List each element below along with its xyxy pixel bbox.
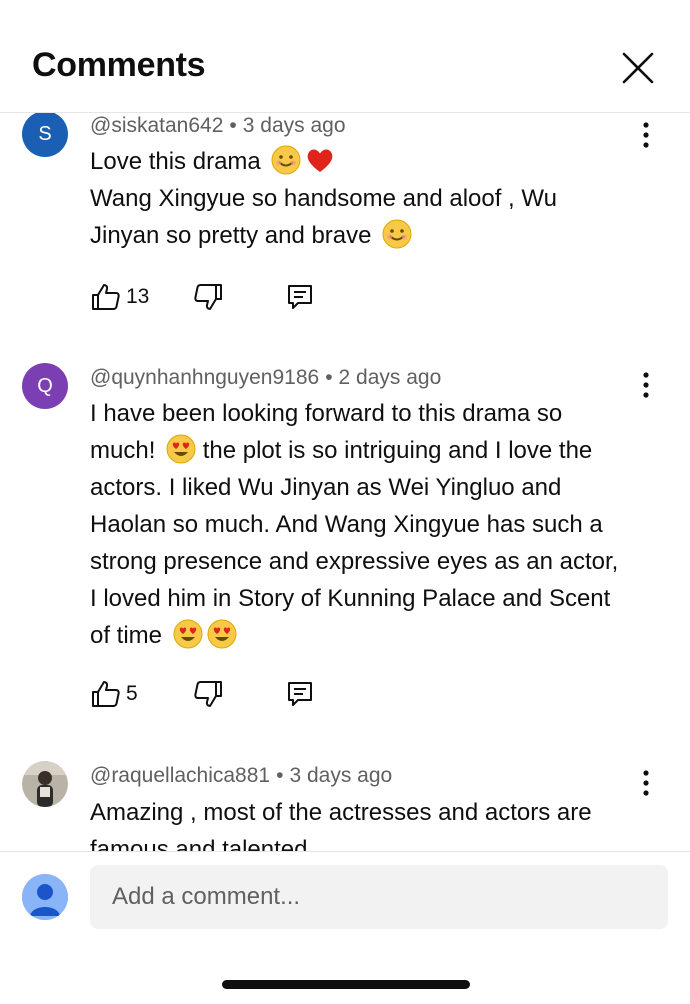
comments-header: Comments — [0, 0, 690, 113]
heart-eyes-face-icon — [166, 434, 196, 464]
avatar[interactable]: Q — [22, 363, 68, 409]
like-count: 13 — [126, 285, 150, 308]
comment-time: 2 days ago — [338, 366, 442, 389]
comment-time: 3 days ago — [242, 114, 346, 137]
comment-composer — [0, 851, 690, 1004]
avatar-initial: S — [38, 122, 52, 145]
comment-actions: 13 — [90, 281, 350, 313]
comment-meta: @raquellachica881 • 3 days ago — [90, 764, 393, 787]
comment-author[interactable]: @quynhanhnguyen9186 — [90, 366, 319, 389]
comment-text: I have been looking forward to this dram… — [90, 400, 619, 649]
avatar[interactable] — [22, 761, 68, 807]
comment-text: Love this drama Wang Xingyue so handsome… — [90, 143, 630, 254]
reply-icon[interactable] — [284, 281, 316, 313]
red-heart-icon — [308, 149, 333, 172]
more-options-icon[interactable] — [632, 767, 660, 799]
smiling-face-icon — [382, 219, 412, 249]
more-options-icon[interactable] — [632, 369, 660, 401]
comment-actions: 5 — [90, 678, 350, 710]
comment-time: 3 days ago — [289, 764, 393, 787]
home-indicator — [222, 980, 470, 989]
comment-author[interactable]: @raquellachica881 — [90, 764, 270, 787]
more-options-icon[interactable] — [632, 119, 660, 151]
comment-meta: @siskatan642 • 3 days ago — [90, 114, 346, 137]
comment-input[interactable] — [90, 865, 668, 929]
comment-text: Amazing , most of the actresses and acto… — [90, 799, 592, 851]
heart-eyes-face-icon — [173, 619, 203, 649]
page-title: Comments — [32, 46, 206, 84]
avatar[interactable]: S — [22, 113, 68, 157]
comment-list[interactable]: S @siskatan642 • 3 days ago Love this dram… — [0, 113, 690, 851]
avatar-initial: Q — [37, 374, 53, 397]
close-icon[interactable] — [614, 44, 662, 92]
like-count: 5 — [126, 682, 138, 705]
comment-meta: @quynhanhnguyen9186 • 2 days ago — [90, 366, 442, 389]
smiling-face-icon — [271, 145, 301, 175]
comment-author[interactable]: @siskatan642 — [90, 114, 223, 137]
reply-icon[interactable] — [284, 678, 316, 710]
thumbs-up-icon[interactable] — [90, 678, 122, 710]
thumbs-down-icon[interactable] — [192, 281, 224, 313]
thumbs-up-icon[interactable] — [90, 281, 122, 313]
heart-eyes-face-icon — [207, 619, 237, 649]
user-avatar-icon — [22, 874, 68, 920]
thumbs-down-icon[interactable] — [192, 678, 224, 710]
